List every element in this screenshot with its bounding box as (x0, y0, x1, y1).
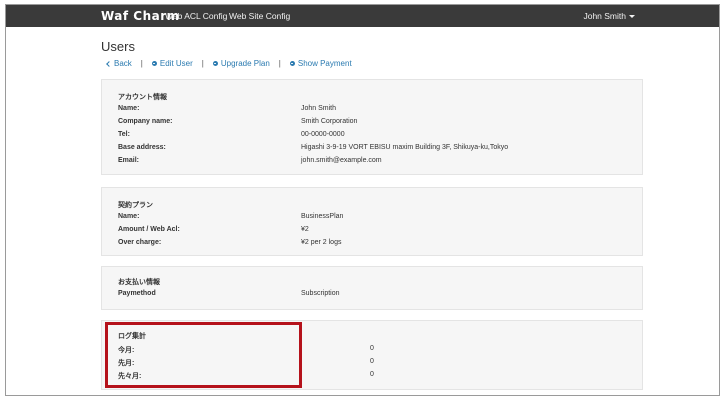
field-value-email: john.smith@example.com (301, 157, 382, 164)
plan-card: 契約プラン Name: BusinessPlan Amount / Web Ac… (101, 187, 643, 256)
nav-web-acl-config[interactable]: Web ACL Config (165, 11, 227, 21)
field-value-two-months-ago: 0 (370, 371, 374, 378)
upgrade-plan-link[interactable]: Upgrade Plan (212, 59, 270, 68)
field-value-amount: ¥2 (301, 226, 309, 233)
action-bar: Back | Edit User | Upgrade Plan | Show P… (106, 59, 352, 68)
field-value-plan-name: BusinessPlan (301, 213, 344, 220)
separator: | (278, 59, 281, 68)
separator: | (140, 59, 143, 68)
back-link[interactable]: Back (106, 59, 132, 68)
user-name: John Smith (583, 11, 626, 21)
user-menu[interactable]: John Smith (583, 11, 635, 21)
plan-title: 契約プラン (118, 202, 153, 209)
field-value-tel: 00-0000-0000 (301, 131, 345, 138)
field-label: Paymethod (118, 290, 156, 297)
highlight-box (105, 322, 302, 388)
top-navbar: Waf Charm Web ACL Config Web Site Config… (6, 5, 719, 27)
field-label: Email: (118, 157, 140, 164)
field-value-company: Smith Corporation (301, 118, 358, 125)
payment-card: お支払い情報 Paymethod Subscription (101, 266, 643, 310)
field-value-address: Higashi 3-9-19 VORT EBISU maxim Building… (301, 144, 509, 151)
gear-icon (212, 61, 218, 66)
show-payment-label: Show Payment (297, 59, 352, 68)
app-window: Waf Charm Web ACL Config Web Site Config… (5, 4, 720, 396)
separator: | (201, 59, 204, 68)
edit-user-label: Edit User (159, 59, 193, 68)
field-value-paymethod: Subscription (301, 290, 340, 297)
field-value-overcharge: ¥2 per 2 logs (301, 239, 342, 246)
field-label: Base address: (118, 144, 166, 151)
chevron-left-icon (106, 60, 112, 67)
payment-title: お支払い情報 (118, 279, 160, 286)
account-info-card: アカウント情報 Name: John Smith Company name: S… (101, 79, 643, 175)
field-label: Tel: (118, 131, 130, 138)
caret-down-icon (629, 15, 635, 19)
field-label: Over charge: (118, 239, 162, 246)
field-value-last-month: 0 (370, 358, 374, 365)
field-label: Amount / Web Acl: (118, 226, 180, 233)
upgrade-plan-label: Upgrade Plan (220, 59, 270, 68)
page-title: Users (101, 39, 135, 54)
field-value-name: John Smith (301, 105, 337, 112)
gear-icon (151, 61, 157, 66)
back-label: Back (114, 59, 132, 68)
nav-web-site-config[interactable]: Web Site Config (229, 11, 290, 21)
edit-user-link[interactable]: Edit User (151, 59, 193, 68)
field-label: Name: (118, 213, 140, 220)
account-info-title: アカウント情報 (118, 94, 167, 101)
show-payment-link[interactable]: Show Payment (289, 59, 352, 68)
field-label: Name: (118, 105, 140, 112)
field-label: Company name: (118, 118, 173, 125)
field-value-this-month: 0 (370, 345, 374, 352)
gear-icon (289, 61, 295, 66)
